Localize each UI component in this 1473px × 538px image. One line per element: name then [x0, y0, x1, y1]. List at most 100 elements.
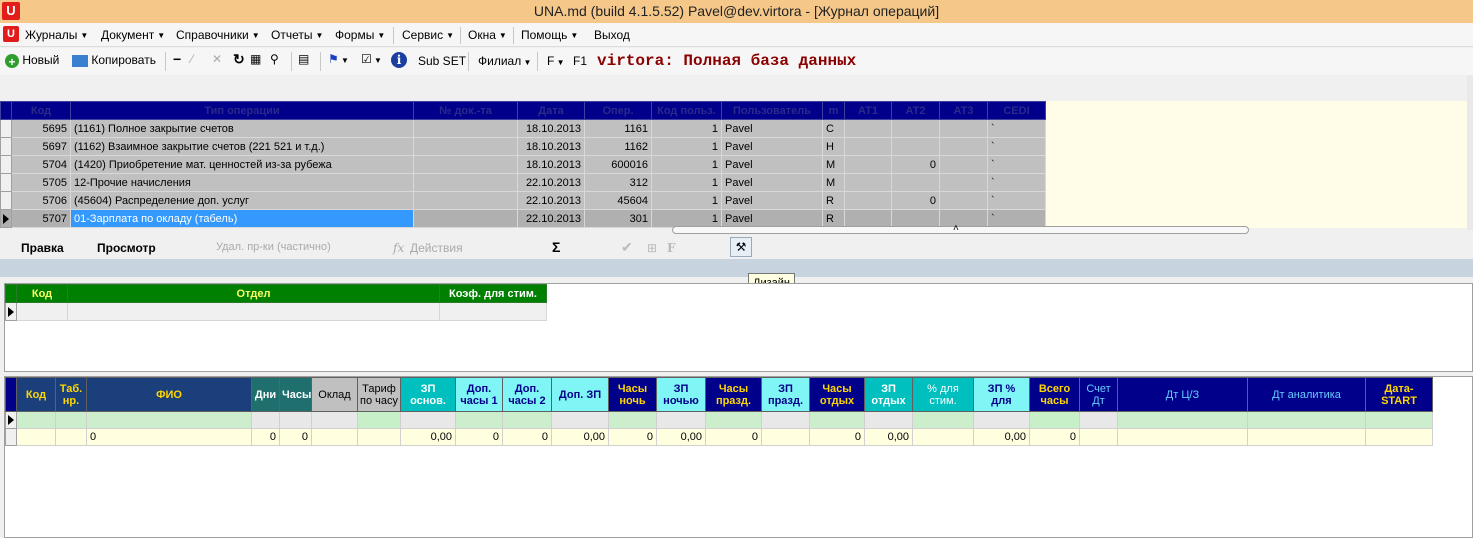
cell-holiday-pay[interactable]: [761, 411, 810, 429]
header-base-pay[interactable]: ЗП основ.: [400, 377, 456, 412]
row-indicator[interactable]: [0, 209, 12, 228]
cell-cedi[interactable]: `: [987, 173, 1046, 192]
cell-doc-no[interactable]: [413, 209, 518, 228]
cell-debit-account[interactable]: [1079, 411, 1118, 429]
cell-user-code[interactable]: 1: [651, 119, 722, 138]
cell-extra-hours-1[interactable]: 0: [455, 428, 503, 446]
table-row[interactable]: 0 0 0 0,00 0 0 0,00 0 0,00 0 0 0,00 0,00…: [5, 428, 1433, 446]
cell-department[interactable]: [67, 302, 440, 321]
cell-code[interactable]: 5695: [11, 119, 71, 138]
cell-at3[interactable]: [939, 119, 988, 138]
f1-button[interactable]: F1: [573, 54, 587, 68]
table-filter-icon[interactable]: ▤: [298, 52, 309, 66]
row-indicator[interactable]: [5, 302, 17, 321]
cell-doc-no[interactable]: [413, 191, 518, 210]
cell-debit-account[interactable]: [1079, 428, 1118, 446]
copy-button[interactable]: Копировать: [72, 53, 156, 67]
cell-at3[interactable]: [939, 209, 988, 228]
cell-code[interactable]: 5697: [11, 137, 71, 156]
header-pay-percent[interactable]: ЗП % для: [973, 377, 1030, 412]
cell-date[interactable]: 22.10.2013: [517, 191, 585, 210]
cell-extra-hours-1[interactable]: [455, 411, 503, 429]
cell-op-type[interactable]: 12-Прочие начисления: [70, 173, 414, 192]
cell-night-hours[interactable]: 0: [608, 428, 657, 446]
cell-doc-no[interactable]: [413, 137, 518, 156]
header-user-code[interactable]: Код польз.: [651, 101, 722, 120]
cell-code[interactable]: 5705: [11, 173, 71, 192]
row-indicator[interactable]: [0, 191, 12, 210]
cell-at3[interactable]: [939, 137, 988, 156]
menu-reports[interactable]: Отчеты ▼: [271, 28, 323, 42]
header-extra-pay[interactable]: Доп. ЗП: [551, 377, 609, 412]
table-row[interactable]: [5, 302, 547, 321]
cell-total-hours[interactable]: [1029, 411, 1080, 429]
table-row[interactable]: 5706 (45604) Распределение доп. услуг 22…: [0, 191, 1046, 210]
cell-at3[interactable]: [939, 173, 988, 192]
checklist-icon[interactable]: ☑ ▼: [361, 52, 382, 66]
table-row-selected[interactable]: 5707 01-Зарплата по окладу (табель) 22.1…: [0, 209, 1046, 228]
view-button[interactable]: Просмотр: [97, 241, 156, 255]
cell-cedi[interactable]: `: [987, 191, 1046, 210]
header-at2[interactable]: AT2: [891, 101, 940, 120]
cell-m[interactable]: H: [822, 137, 845, 156]
cell-code[interactable]: [16, 428, 56, 446]
header-user[interactable]: Пользователь: [721, 101, 823, 120]
cell-stim-percent[interactable]: [912, 411, 974, 429]
cell-doc-no[interactable]: [413, 155, 518, 174]
cell-at3[interactable]: [939, 155, 988, 174]
menu-service[interactable]: Сервис ▼: [402, 28, 454, 42]
header-at1[interactable]: AT1: [844, 101, 892, 120]
cell-coef[interactable]: [439, 302, 547, 321]
cell-debit-cost-center[interactable]: [1117, 428, 1248, 446]
cell-fio[interactable]: [86, 411, 252, 429]
header-doc-no[interactable]: № док.-та: [413, 101, 518, 120]
header-holiday-hours[interactable]: Часы празд.: [705, 377, 762, 412]
cell-date-start[interactable]: [1365, 411, 1433, 429]
cell-at3[interactable]: [939, 191, 988, 210]
cancel-icon[interactable]: ✕: [212, 52, 222, 66]
cell-oper[interactable]: 1161: [584, 119, 652, 138]
header-department[interactable]: Отдел: [67, 284, 440, 303]
menu-references[interactable]: Справочники ▼: [176, 28, 260, 42]
cell-user[interactable]: Pavel: [721, 191, 823, 210]
header-date-start[interactable]: Дата-START: [1365, 377, 1433, 412]
header-debit-analytics[interactable]: Дт аналитика: [1247, 377, 1366, 412]
cell-debit-cost-center[interactable]: [1117, 411, 1248, 429]
f-icon[interactable]: F: [667, 241, 676, 255]
design-icon[interactable]: ⚒: [730, 237, 752, 257]
fx-icon[interactable]: fx: [393, 241, 404, 255]
cell-stim-percent[interactable]: [912, 428, 974, 446]
cell-hourly-rate[interactable]: [357, 411, 401, 429]
cell-m[interactable]: C: [822, 119, 845, 138]
header-holiday-pay[interactable]: ЗП празд.: [761, 377, 810, 412]
cell-doc-no[interactable]: [413, 173, 518, 192]
header-days[interactable]: Дни: [251, 377, 280, 412]
cell-holiday-pay[interactable]: [761, 428, 810, 446]
cell-at1[interactable]: [844, 155, 892, 174]
cell-cedi[interactable]: `: [987, 137, 1046, 156]
cell-extra-pay[interactable]: [551, 411, 609, 429]
header-op-type[interactable]: Тип операции: [70, 101, 414, 120]
header-rest-hours[interactable]: Часы отдых: [809, 377, 865, 412]
cell-oper[interactable]: 312: [584, 173, 652, 192]
cell-tab-no[interactable]: [55, 428, 87, 446]
cell-op-type[interactable]: (45604) Распределение доп. услуг: [70, 191, 414, 210]
cell-date-start[interactable]: [1365, 428, 1433, 446]
actions-button[interactable]: Действия: [410, 241, 463, 255]
cell-at1[interactable]: [844, 173, 892, 192]
cell-pay-percent[interactable]: 0,00: [973, 428, 1030, 446]
cell-hours[interactable]: [279, 411, 312, 429]
cell-night-pay[interactable]: 0,00: [656, 428, 706, 446]
cell-holiday-hours[interactable]: 0: [705, 428, 762, 446]
menu-exit[interactable]: Выход: [594, 28, 630, 42]
cell-code[interactable]: 5704: [11, 155, 71, 174]
row-indicator[interactable]: [0, 137, 12, 156]
cell-date[interactable]: 18.10.2013: [517, 155, 585, 174]
cell-at1[interactable]: [844, 119, 892, 138]
menu-help[interactable]: Помощь ▼: [521, 28, 578, 42]
cell-pay-percent[interactable]: [973, 411, 1030, 429]
header-salary[interactable]: Оклад: [311, 377, 358, 412]
cell-user-code[interactable]: 1: [651, 137, 722, 156]
flag-icon[interactable]: ⚑ ▼: [328, 52, 349, 66]
cell-rest-pay[interactable]: [864, 411, 913, 429]
